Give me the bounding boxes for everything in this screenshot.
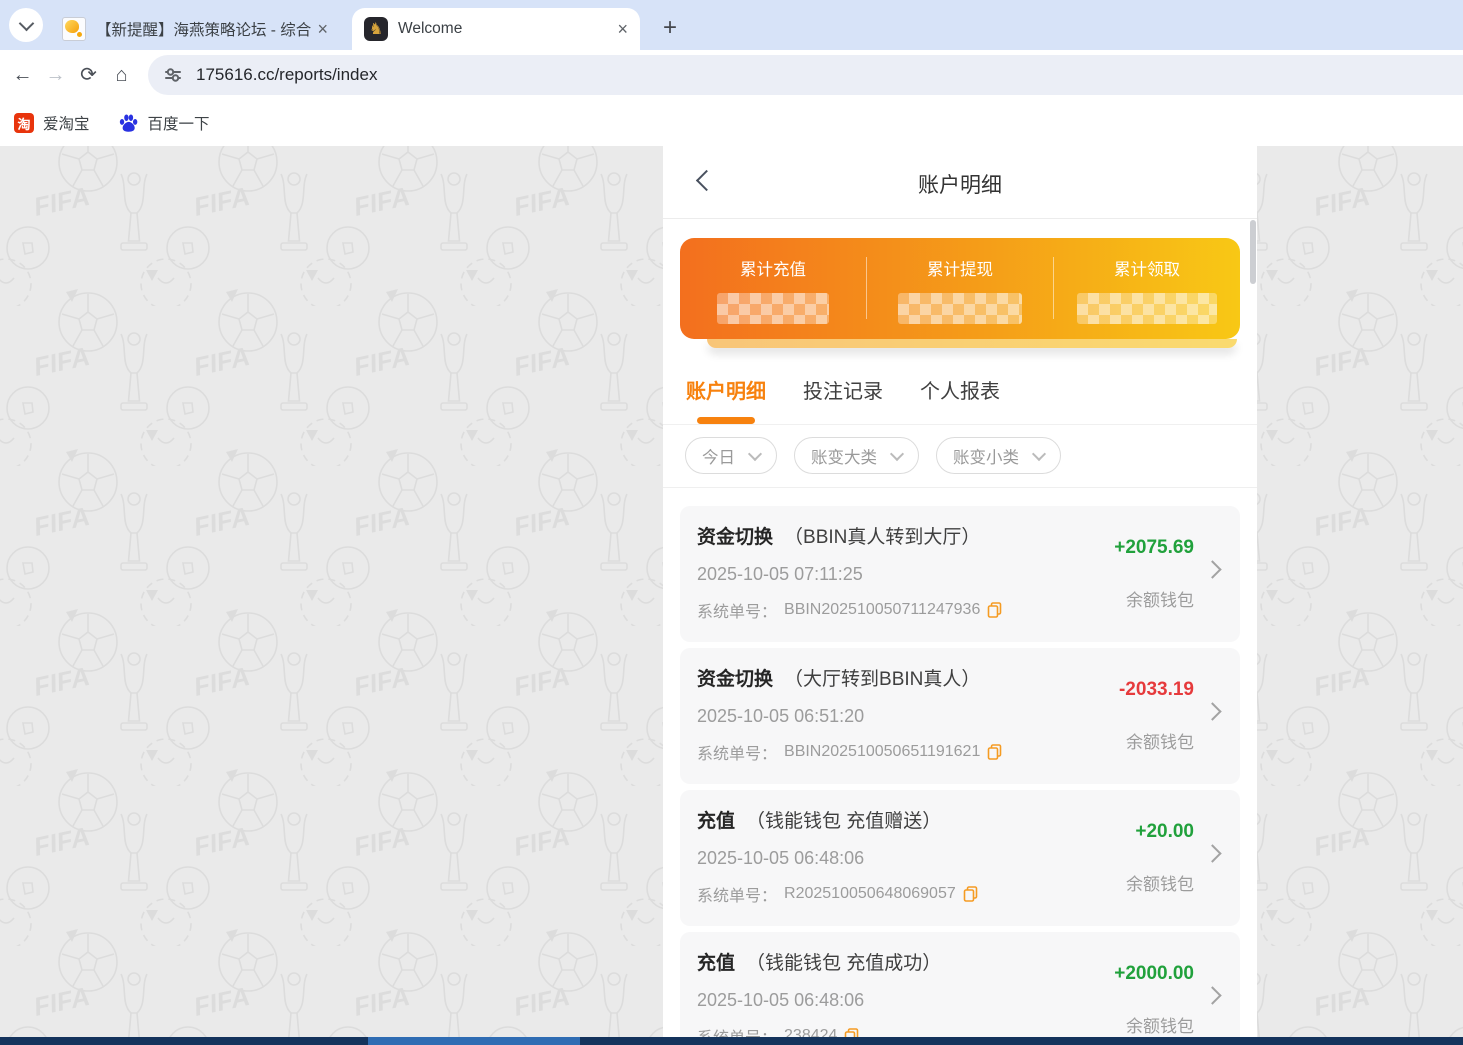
site-settings-icon[interactable]: [163, 65, 183, 85]
copy-icon[interactable]: [987, 602, 1002, 618]
back-button[interactable]: ←: [6, 65, 39, 85]
baidu-paw-icon: [118, 113, 139, 134]
txn-note: （钱能钱包 充值赠送）: [746, 811, 941, 832]
summary-total-deposit: 累计充值: [680, 238, 866, 339]
chevron-down-icon: [748, 446, 762, 460]
hidden-value-mosaic: [717, 293, 829, 324]
txn-note: （钱能钱包 充值成功）: [746, 953, 941, 974]
bookmark-taobao[interactable]: 淘 爱淘宝: [14, 112, 90, 134]
chevron-down-icon: [1032, 446, 1046, 460]
transaction-list: 资金切换 （BBIN真人转到大厅） 2025-10-05 07:11:25 系统单…: [663, 488, 1257, 1045]
hidden-value-mosaic: [1077, 293, 1217, 324]
bookmark-label: 爱淘宝: [43, 112, 90, 134]
chevron-right-icon: [1203, 702, 1221, 720]
chevron-right-icon: [1203, 986, 1221, 1004]
txn-wallet: 余额钱包: [1034, 728, 1194, 753]
taobao-icon: 淘: [14, 113, 34, 133]
close-icon[interactable]: ×: [313, 20, 332, 38]
copy-icon[interactable]: [987, 744, 1002, 760]
order-number: BBIN202510050651191621: [784, 743, 980, 761]
chevron-down-icon: [18, 15, 34, 31]
browser-toolbar: ← → ⟳ ⌂ 175616.cc/reports/index: [0, 50, 1463, 100]
txn-type: 充值: [697, 811, 735, 832]
bookmarks-bar: 淘 爱淘宝 百度一下: [0, 100, 1463, 146]
txn-time: 2025-10-05 06:48:06: [697, 990, 941, 1011]
txn-amount: -2033.19: [1034, 679, 1194, 701]
summary-label: 累计领取: [1054, 256, 1240, 280]
bookmark-label: 百度一下: [148, 112, 210, 134]
scrollbar-thumb[interactable]: [1250, 220, 1256, 284]
tab-personal-report[interactable]: 个人报表: [920, 375, 1000, 424]
filter-minor-type-dropdown[interactable]: 账变小类: [936, 437, 1061, 474]
url-bar[interactable]: 175616.cc/reports/index: [148, 55, 1463, 95]
transaction-row[interactable]: 资金切换 （大厅转到BBIN真人） 2025-10-05 06:51:20 系统单…: [680, 648, 1240, 784]
order-label: 系统单号：: [697, 598, 777, 622]
transaction-row[interactable]: 充值（钱能钱包 充值赠送） 2025-10-05 06:48:06 系统单号： …: [680, 790, 1240, 926]
tab-title: Welcome: [398, 20, 613, 38]
txn-note: （大厅转到BBIN真人）: [784, 669, 980, 690]
filter-label: 账变大类: [811, 444, 877, 468]
new-tab-button[interactable]: +: [656, 16, 684, 40]
page-title: 账户明细: [663, 146, 1257, 199]
txn-time: 2025-10-05 06:48:06: [697, 848, 978, 869]
tab-bet-records[interactable]: 投注记录: [803, 375, 883, 424]
forward-button[interactable]: →: [39, 65, 72, 85]
txn-time: 2025-10-05 06:51:20: [697, 706, 1002, 727]
url-text: 175616.cc/reports/index: [196, 65, 377, 85]
order-number: R202510050648069057: [784, 885, 956, 903]
hidden-value-mosaic: [898, 293, 1022, 324]
order-label: 系统单号：: [697, 740, 777, 764]
tab-account-detail[interactable]: 账户明细: [686, 375, 766, 424]
tab-title: 【新提醒】海燕策略论坛 - 综合: [96, 18, 313, 40]
summary-total-withdraw: 累计提现: [867, 238, 1053, 339]
summary-card: 累计充值 累计提现 累计领取: [680, 238, 1240, 339]
txn-amount: +2075.69: [1034, 537, 1194, 559]
filter-date-dropdown[interactable]: 今日: [685, 437, 777, 474]
chevron-right-icon: [1203, 844, 1221, 862]
reload-button[interactable]: ⟳: [72, 65, 105, 85]
summary-label: 累计提现: [867, 256, 1053, 280]
txn-wallet: 余额钱包: [1034, 1012, 1194, 1037]
filter-major-type-dropdown[interactable]: 账变大类: [794, 437, 919, 474]
chevron-right-icon: [1203, 560, 1221, 578]
txn-type: 资金切换: [697, 527, 773, 548]
taskbar-edge: [0, 1037, 1463, 1045]
txn-note: （BBIN真人转到大厅）: [784, 527, 980, 548]
tab-forum[interactable]: 【新提醒】海燕策略论坛 - 综合 ×: [50, 8, 340, 50]
txn-type: 资金切换: [697, 669, 773, 690]
order-label: 系统单号：: [697, 882, 777, 906]
app-header: 账户明细: [663, 146, 1257, 219]
bookmark-baidu[interactable]: 百度一下: [118, 112, 210, 134]
account-panel: 账户明细 累计充值 累计提现 累计领取: [663, 146, 1257, 1045]
close-icon[interactable]: ×: [613, 20, 632, 38]
summary-total-claim: 累计领取: [1054, 238, 1240, 339]
transaction-row[interactable]: 资金切换 （BBIN真人转到大厅） 2025-10-05 07:11:25 系统单…: [680, 506, 1240, 642]
tab-welcome[interactable]: ♞ Welcome ×: [352, 8, 640, 50]
welcome-favicon-icon: ♞: [364, 17, 388, 41]
order-number: BBIN202510050711247936: [784, 601, 980, 619]
txn-amount: +2000.00: [1034, 963, 1194, 985]
tab-strip: 【新提醒】海燕策略论坛 - 综合 × ♞ Welcome × +: [0, 0, 1463, 50]
txn-wallet: 余额钱包: [1034, 586, 1194, 611]
home-button[interactable]: ⌂: [105, 65, 138, 85]
page-content: FIFA 账户明细 累计充值 累计提现: [0, 146, 1463, 1045]
transaction-row[interactable]: 充值（钱能钱包 充值成功） 2025-10-05 06:48:06 系统单号： …: [680, 932, 1240, 1045]
card-shadow: [707, 339, 1237, 348]
filter-label: 账变小类: [953, 444, 1019, 468]
copy-icon[interactable]: [963, 886, 978, 902]
filter-label: 今日: [702, 444, 735, 468]
chevron-down-icon: [890, 446, 904, 460]
txn-wallet: 余额钱包: [1034, 870, 1194, 895]
tab-search-button[interactable]: [9, 8, 43, 42]
summary-label: 累计充值: [680, 256, 866, 280]
filter-row: 今日 账变大类 账变小类: [663, 425, 1257, 488]
txn-type: 充值: [697, 953, 735, 974]
browser-window: 【新提醒】海燕策略论坛 - 综合 × ♞ Welcome × + ← → ⟳ ⌂…: [0, 0, 1463, 1045]
report-tabs: 账户明细 投注记录 个人报表: [663, 348, 1257, 424]
txn-amount: +20.00: [1034, 821, 1194, 843]
txn-time: 2025-10-05 07:11:25: [697, 564, 1002, 585]
forum-favicon-icon: [62, 17, 86, 41]
